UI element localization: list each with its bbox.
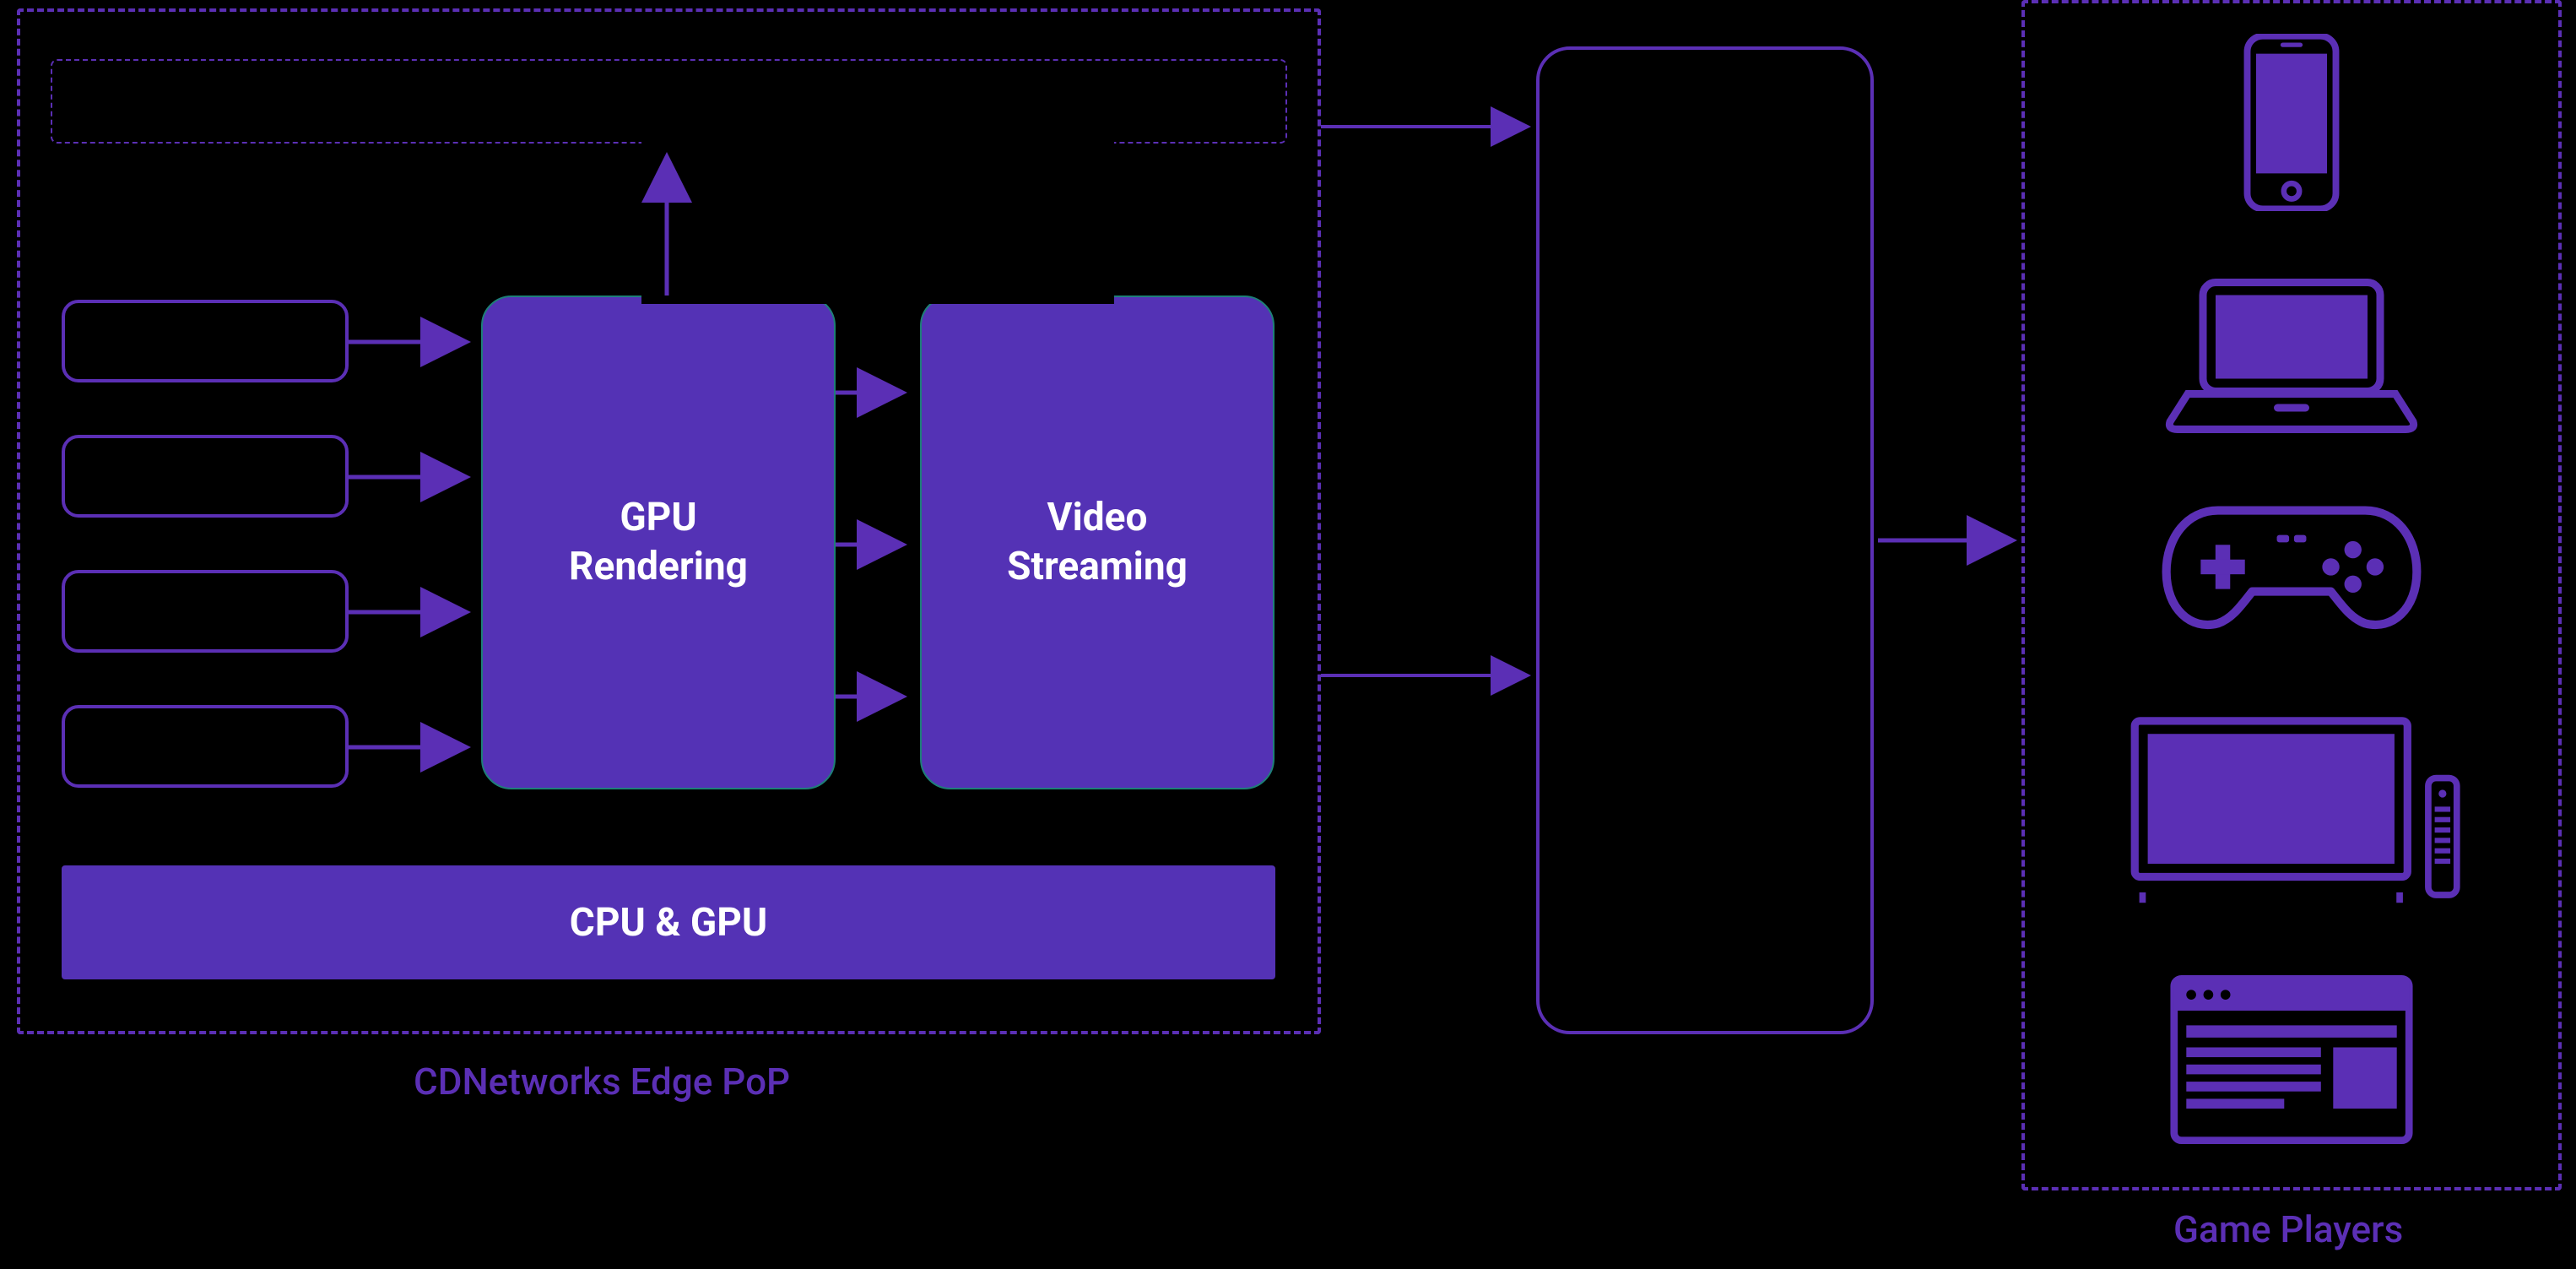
arrow-gpu-to-video-1 [836,384,920,401]
arrow-gpu-to-video-3 [836,688,920,705]
laptop-icon [2165,270,2418,439]
game-controller-icon [2157,481,2427,650]
gpu-rendering-label: GPU Rendering [569,494,748,591]
edge-pop-label: CDNetworks Edge PoP [414,1060,790,1104]
game-players-label: Game Players [2173,1207,2403,1251]
video-streaming-block: Video Streaming [920,296,1274,789]
arrow-input3-to-gpu [349,604,484,621]
arrow-gpu-to-video-2 [836,536,920,553]
cpu-gpu-bar: CPU & GPU [62,865,1275,979]
arrow-input2-to-gpu [349,469,484,485]
smartphone-icon [2228,34,2355,211]
network-column [1536,46,1874,1034]
input-box-3 [62,570,349,653]
arrow-elbow-to-strip [654,142,1101,306]
input-box-2 [62,435,349,518]
input-box-4 [62,705,349,788]
input-box-1 [62,300,349,382]
arrow-input4-to-gpu [349,739,484,756]
browser-window-icon [2169,971,2414,1148]
cpu-gpu-label: CPU & GPU [570,900,768,946]
video-streaming-label: Video Streaming [1007,494,1188,591]
tv-icon [2127,709,2465,912]
arrow-input1-to-gpu [349,334,484,350]
diagram-canvas: GPU Rendering Video Streaming CPU & GPU … [0,0,2576,1269]
gpu-rendering-block: GPU Rendering [481,296,836,789]
pop-top-strip [51,59,1287,144]
